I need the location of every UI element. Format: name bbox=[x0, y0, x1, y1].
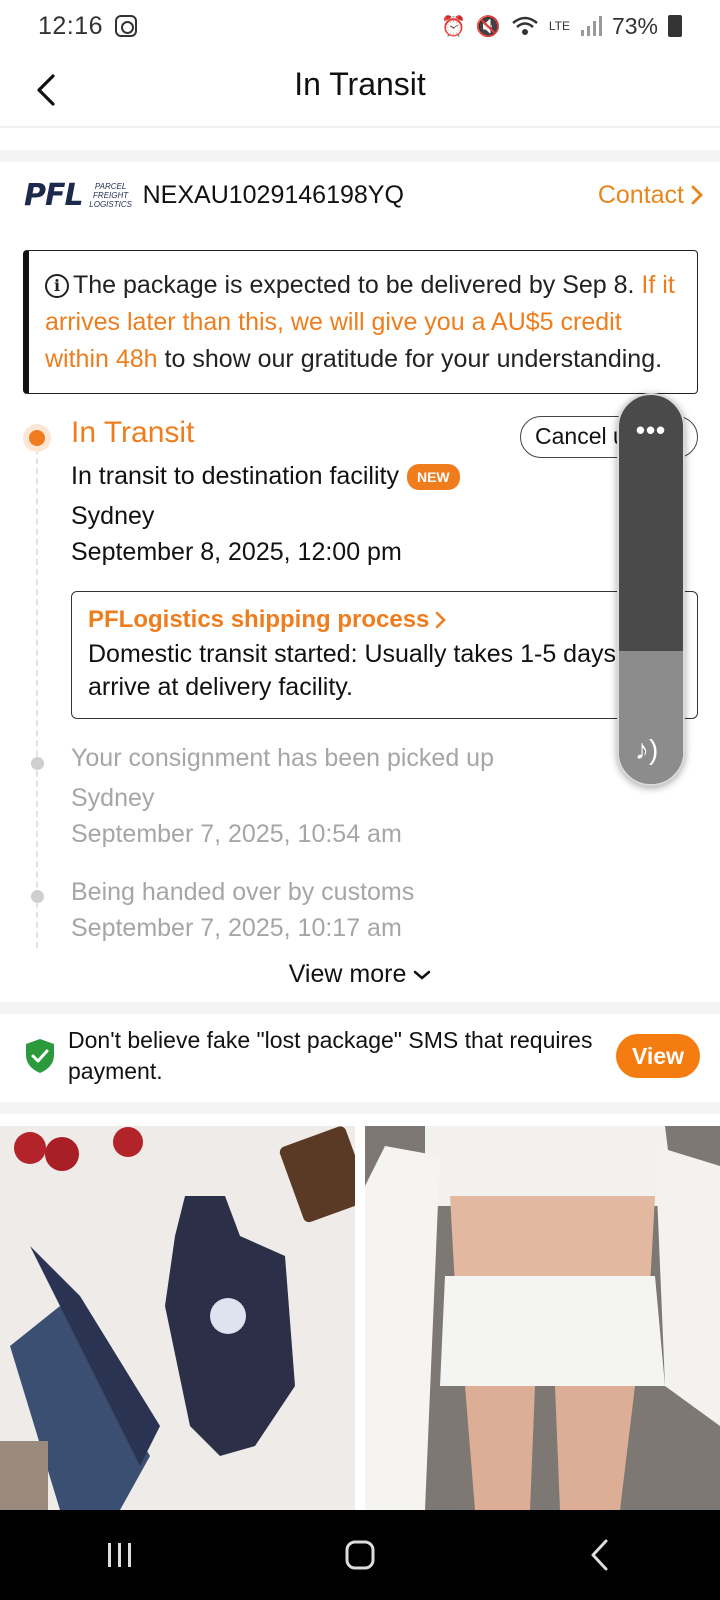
floating-media-control[interactable]: ••• ♪) bbox=[617, 393, 685, 786]
instagram-icon bbox=[115, 15, 138, 37]
process-text: Domestic transit started: Usually takes … bbox=[88, 640, 616, 668]
more-options-icon[interactable]: ••• bbox=[619, 415, 683, 446]
chevron-right-icon bbox=[436, 611, 447, 629]
history-event-1: Your consignment has been picked up bbox=[71, 744, 494, 772]
shipping-process-card[interactable]: PFLogistics shipping process Domestic tr… bbox=[71, 591, 698, 719]
battery-percent: 73% bbox=[611, 12, 658, 39]
view-more-label: View more bbox=[288, 960, 407, 988]
chevron-right-icon bbox=[691, 185, 703, 205]
tracking-number[interactable]: NEXAU1029146198YQ bbox=[143, 181, 404, 210]
timeline-dot bbox=[31, 757, 44, 770]
section-divider bbox=[0, 1102, 720, 1114]
music-note-icon[interactable]: ♪) bbox=[635, 734, 658, 766]
product-image bbox=[0, 1126, 355, 1510]
mute-icon: 🔇 bbox=[475, 15, 501, 38]
product-image bbox=[365, 1126, 720, 1510]
lte-icon: LTE bbox=[548, 19, 570, 33]
alarm-icon: ⏰ bbox=[441, 15, 466, 38]
carrier-logo-subtitle: PARCEL FREIGHT LOGISTICS bbox=[89, 181, 132, 209]
history-location-1: Sydney bbox=[71, 784, 155, 812]
history-time-1: September 7, 2025, 10:54 am bbox=[71, 820, 402, 848]
system-nav-bar bbox=[0, 1510, 720, 1600]
current-status: In Transit bbox=[71, 416, 195, 449]
recent-apps-button[interactable] bbox=[80, 1525, 160, 1585]
carrier-logo-mark: PFL bbox=[24, 177, 84, 213]
home-icon bbox=[345, 1540, 375, 1570]
current-location: Sydney bbox=[71, 502, 155, 530]
view-more-button[interactable]: View more bbox=[0, 960, 720, 989]
timeline-dot bbox=[31, 890, 44, 903]
status-icons: ⏰ 🔇 LTE 73% bbox=[441, 13, 682, 40]
new-badge: NEW bbox=[406, 463, 460, 490]
view-button[interactable]: View bbox=[616, 1034, 700, 1078]
nav-back-button[interactable] bbox=[560, 1525, 640, 1585]
product-card[interactable] bbox=[0, 1126, 355, 1510]
timeline-dot-active bbox=[23, 424, 51, 452]
sms-warning-text: Don't believe fake "lost package" SMS th… bbox=[68, 1027, 593, 1084]
timeline-line bbox=[36, 438, 38, 948]
carrier-logo: PFL PARCEL FREIGHT LOGISTICS bbox=[24, 178, 133, 213]
notice-tail: to show our gratitude for your understan… bbox=[157, 345, 663, 373]
recent-apps-icon bbox=[108, 1543, 131, 1567]
top-header: In Transit bbox=[0, 52, 720, 128]
history-time-2: September 7, 2025, 10:17 am bbox=[71, 914, 402, 942]
sms-warning-banner: Don't believe fake "lost package" SMS th… bbox=[24, 1022, 700, 1090]
process-title[interactable]: PFLogistics shipping process bbox=[88, 606, 681, 634]
back-icon bbox=[591, 1539, 608, 1571]
recommended-products bbox=[0, 1126, 720, 1510]
signal-icon bbox=[580, 16, 602, 36]
contact-label: Contact bbox=[597, 180, 684, 209]
page-title: In Transit bbox=[294, 66, 426, 102]
section-divider bbox=[0, 1002, 720, 1014]
contact-button[interactable]: Contact bbox=[598, 181, 704, 210]
wifi-icon bbox=[512, 16, 538, 35]
status-bar: 12:16 ⏰ 🔇 LTE 73% bbox=[0, 0, 720, 52]
current-time: September 8, 2025, 12:00 pm bbox=[71, 538, 402, 566]
notice-text: The package is expected to be delivered … bbox=[73, 271, 642, 299]
section-divider bbox=[0, 150, 720, 162]
home-button[interactable] bbox=[320, 1525, 400, 1585]
battery-icon bbox=[668, 15, 682, 37]
delivery-guarantee-notice: i The package is expected to be delivered… bbox=[23, 250, 698, 394]
chevron-down-icon bbox=[414, 971, 431, 981]
process-text-2: arrive at delivery facility. bbox=[88, 673, 353, 701]
info-icon: i bbox=[45, 274, 69, 298]
product-card[interactable] bbox=[365, 1126, 720, 1510]
status-time: 12:16 bbox=[38, 11, 104, 40]
process-title-text: PFLogistics shipping process bbox=[88, 606, 430, 633]
carrier-row: PFL PARCEL FREIGHT LOGISTICS NEXAU102914… bbox=[24, 168, 704, 222]
current-event-text: In transit to destination facility bbox=[71, 462, 399, 490]
shield-check-icon bbox=[26, 1039, 54, 1073]
history-event-2: Being handed over by customs bbox=[71, 878, 415, 906]
current-event: In transit to destination facility NEW bbox=[71, 462, 460, 491]
